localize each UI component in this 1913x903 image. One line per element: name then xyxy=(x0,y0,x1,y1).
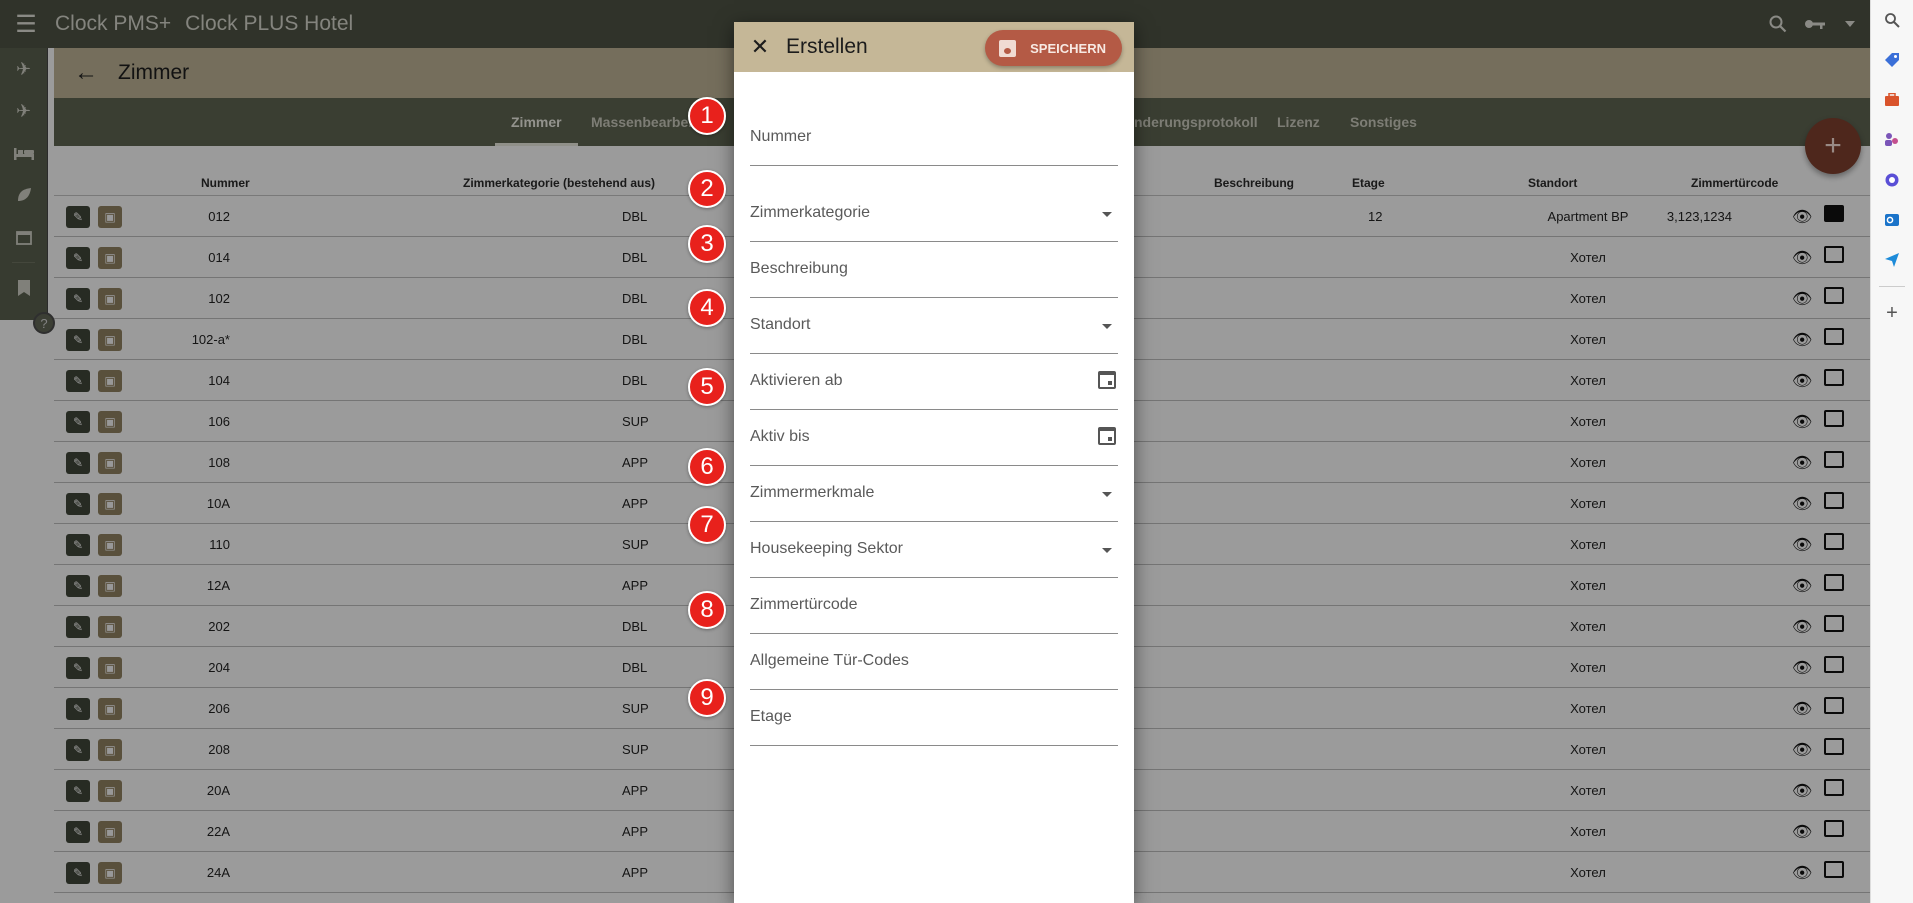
outlook-icon[interactable] xyxy=(1871,200,1913,240)
aktivieren-ab-date-field[interactable]: Aktivieren ab xyxy=(750,354,1118,410)
dialog-title: Erstellen xyxy=(786,35,868,58)
zimmermerkmale-select[interactable]: Zimmermerkmale xyxy=(750,466,1118,522)
zimmermerkmale-label: Zimmermerkmale xyxy=(750,484,875,501)
sidebar-divider xyxy=(1879,286,1905,287)
calendar-icon[interactable] xyxy=(1098,371,1116,389)
etage-label: Etage xyxy=(750,708,792,725)
allgemeine-tuer-codes-field[interactable]: Allgemeine Tür-Codes xyxy=(750,634,1118,690)
annotation-marker-4: 4 xyxy=(688,289,726,327)
calendar-icon[interactable] xyxy=(1098,427,1116,445)
nummer-label: Nummer xyxy=(750,128,812,145)
annotation-marker-7: 7 xyxy=(688,506,726,544)
nummer-field[interactable]: Nummer xyxy=(750,84,1118,166)
annotation-marker-9: 9 xyxy=(688,679,726,717)
housekeeping-sektor-label: Housekeeping Sektor xyxy=(750,540,903,557)
annotation-marker-6: 6 xyxy=(688,448,726,486)
send-icon[interactable] xyxy=(1871,240,1913,280)
housekeeping-sektor-select[interactable]: Housekeeping Sektor xyxy=(750,522,1118,578)
standort-select[interactable]: Standort xyxy=(750,298,1118,354)
zimmertuercode-label: Zimmertürcode xyxy=(750,596,858,613)
annotation-marker-5: 5 xyxy=(688,368,726,406)
aktiv-bis-label: Aktiv bis xyxy=(750,428,810,445)
save-button-label: SPEICHERN xyxy=(1030,40,1106,56)
chevron-down-icon xyxy=(1102,492,1112,497)
annotation-marker-1: 1 xyxy=(688,97,726,135)
dialog-header: ✕ Erstellen SPEICHERN xyxy=(734,22,1134,72)
close-icon[interactable]: ✕ xyxy=(734,22,786,72)
aktivieren-ab-label: Aktivieren ab xyxy=(750,372,843,389)
chevron-down-icon xyxy=(1102,548,1112,553)
aktiv-bis-date-field[interactable]: Aktiv bis xyxy=(750,410,1118,466)
beschreibung-field[interactable]: Beschreibung xyxy=(750,242,1118,298)
zimmerkategorie-select[interactable]: Zimmerkategorie xyxy=(750,166,1118,242)
annotation-marker-2: 2 xyxy=(688,170,726,208)
create-room-dialog: ✕ Erstellen SPEICHERN Nummer Zimmerkateg… xyxy=(734,22,1134,903)
standort-label: Standort xyxy=(750,316,811,333)
beschreibung-label: Beschreibung xyxy=(750,260,848,277)
annotation-marker-8: 8 xyxy=(688,591,726,629)
chevron-down-icon xyxy=(1102,324,1112,329)
tag-icon[interactable] xyxy=(1871,40,1913,80)
save-icon xyxy=(999,39,1017,57)
etage-field[interactable]: Etage xyxy=(750,690,1118,746)
add-icon[interactable]: + xyxy=(1871,293,1913,333)
people-icon[interactable] xyxy=(1871,120,1913,160)
briefcase-icon[interactable] xyxy=(1871,80,1913,120)
zimmerkategorie-label: Zimmerkategorie xyxy=(750,204,871,221)
annotation-marker-3: 3 xyxy=(688,225,726,263)
copilot-icon[interactable] xyxy=(1871,160,1913,200)
save-button[interactable]: SPEICHERN xyxy=(985,30,1122,66)
chevron-down-icon xyxy=(1102,212,1112,217)
browser-sidebar: + xyxy=(1870,0,1913,903)
allgemeine-tuer-codes-label: Allgemeine Tür-Codes xyxy=(750,652,909,669)
search-icon[interactable] xyxy=(1871,0,1913,40)
zimmertuercode-field[interactable]: Zimmertürcode xyxy=(750,578,1118,634)
